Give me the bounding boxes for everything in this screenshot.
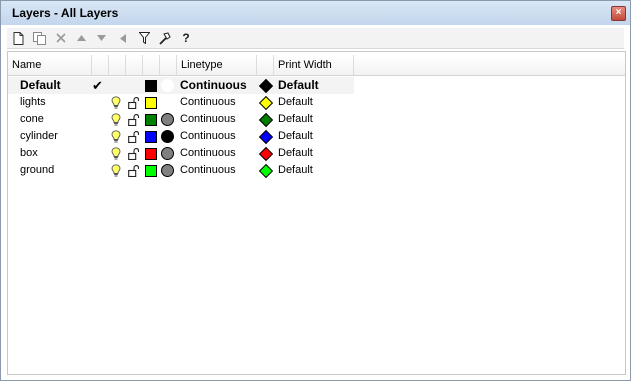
close-icon: × [615, 7, 622, 18]
toolbar: ? [7, 28, 624, 49]
layer-name: Default [20, 78, 61, 92]
layer-print-width[interactable]: Default [278, 162, 313, 179]
column-linetype[interactable]: Linetype [177, 55, 257, 75]
column-color[interactable] [143, 55, 160, 75]
layer-color-swatch[interactable] [145, 131, 157, 143]
material-swatch[interactable] [161, 113, 174, 126]
move-down-icon[interactable] [93, 30, 109, 46]
layer-color-swatch[interactable] [145, 114, 157, 126]
layer-print-width[interactable]: Default [278, 77, 319, 94]
close-button[interactable]: × [611, 6, 626, 21]
column-material[interactable] [160, 55, 177, 75]
print-color-swatch[interactable] [258, 95, 274, 111]
move-up-icon[interactable] [73, 30, 89, 46]
layer-name: cylinder [20, 130, 58, 142]
layer-linetype[interactable]: Continuous [180, 162, 236, 179]
layer-linetype[interactable]: Continuous [180, 77, 247, 94]
table-row[interactable]: box Continuous Default [8, 145, 625, 162]
layer-name: ground [20, 164, 55, 176]
filter-icon[interactable] [136, 30, 152, 46]
column-print-width[interactable]: Print Width [274, 55, 354, 75]
print-color-swatch[interactable] [258, 112, 274, 128]
table-row[interactable]: cylinder Continuous Default [8, 128, 625, 145]
table-header: Name Linetype Print Width [8, 55, 625, 76]
title-bar[interactable]: Layers - All Layers × [1, 1, 630, 25]
layer-linetype[interactable]: Continuous [180, 145, 236, 162]
material-swatch[interactable] [161, 147, 174, 160]
layer-color-swatch[interactable] [145, 165, 157, 177]
layer-name: box [20, 147, 38, 159]
print-color-swatch[interactable] [258, 146, 274, 162]
material-swatch[interactable] [161, 79, 174, 92]
layer-linetype[interactable]: Continuous [180, 111, 236, 128]
column-print-color[interactable] [257, 55, 274, 75]
table-row-default[interactable]: Default ✔ Continuous Default [8, 77, 354, 94]
column-name[interactable]: Name [8, 55, 92, 75]
layer-color-swatch[interactable] [145, 80, 157, 92]
move-out-icon[interactable] [115, 30, 131, 46]
current-layer-check-icon[interactable]: ✔ [92, 77, 103, 94]
layer-color-swatch[interactable] [145, 148, 157, 160]
material-swatch[interactable] [161, 164, 174, 177]
layer-linetype[interactable]: Continuous [180, 128, 236, 145]
print-color-swatch[interactable] [258, 78, 274, 94]
print-color-swatch[interactable] [258, 163, 274, 179]
layer-print-width[interactable]: Default [278, 94, 313, 111]
layer-color-swatch[interactable] [145, 97, 157, 109]
lightbulb-icon[interactable] [111, 164, 121, 181]
layer-print-width[interactable]: Default [278, 111, 313, 128]
layer-print-width[interactable]: Default [278, 145, 313, 162]
layer-name: lights [20, 96, 46, 108]
new-sublayer-icon[interactable] [31, 30, 47, 46]
column-current[interactable] [92, 55, 109, 75]
layer-print-width[interactable]: Default [278, 128, 313, 145]
column-lock[interactable] [126, 55, 143, 75]
table-row[interactable]: lights Continuous Default [8, 94, 625, 111]
column-visible[interactable] [109, 55, 126, 75]
delete-icon[interactable] [53, 30, 69, 46]
tools-icon[interactable] [156, 30, 172, 46]
new-layer-icon[interactable] [10, 30, 26, 46]
window-title: Layers - All Layers [12, 6, 119, 20]
layer-name: cone [20, 113, 44, 125]
layers-window: Layers - All Layers × ? Name Linetype Pr… [0, 0, 631, 381]
layers-table: Name Linetype Print Width Default ✔ Cont… [7, 51, 626, 375]
help-icon[interactable]: ? [178, 30, 194, 46]
table-row[interactable]: cone Continuous Default [8, 111, 625, 128]
print-color-swatch[interactable] [258, 129, 274, 145]
material-swatch[interactable] [161, 130, 174, 143]
layer-linetype[interactable]: Continuous [180, 94, 236, 111]
table-row[interactable]: ground Continuous Default [8, 162, 625, 179]
unlock-icon[interactable] [128, 165, 139, 182]
